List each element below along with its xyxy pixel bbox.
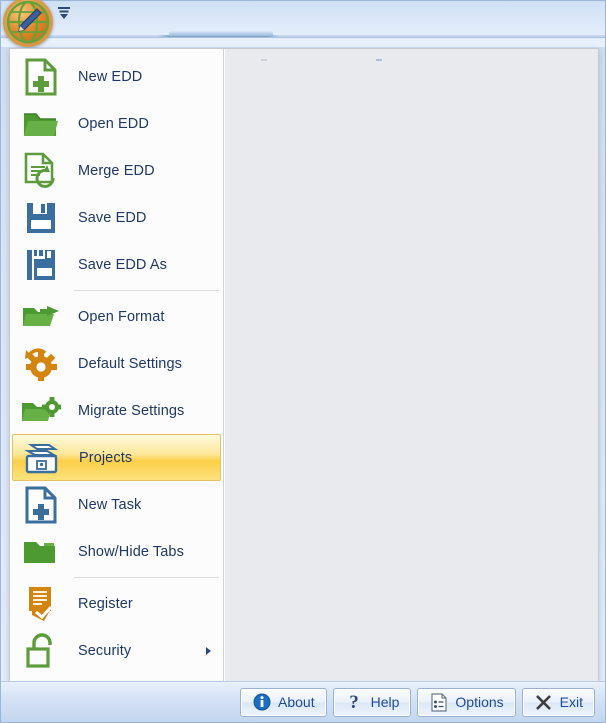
- merge-document-icon: [18, 151, 64, 191]
- menu-item-save-edd[interactable]: Save EDD: [12, 194, 221, 241]
- title-bar: [1, 0, 605, 47]
- menu-item-label: Merge EDD: [78, 162, 155, 179]
- button-label: Options: [455, 694, 504, 710]
- file-drawer-icon: [19, 438, 65, 478]
- menu-item-migrate-settings[interactable]: Migrate Settings: [12, 387, 221, 434]
- ribbon-underline: [1, 37, 605, 38]
- menu-footer-bar: About ? Help Options Exit: [1, 681, 605, 722]
- gear-refresh-orange-icon: [18, 344, 64, 384]
- application-menu-popup: New EDD Open EDD Merge EDD Save EDD Save…: [9, 48, 599, 682]
- open-format-folder-icon: [18, 297, 64, 337]
- register-checklist-icon: [18, 584, 64, 624]
- menu-item-label: Default Settings: [78, 355, 182, 372]
- save-floppy-icon: [18, 198, 64, 238]
- question-mark-icon: ?: [345, 692, 364, 712]
- submenu-chevron-right-icon: [206, 646, 211, 655]
- options-list-icon: [429, 692, 448, 712]
- menu-item-default-settings[interactable]: Default Settings: [12, 340, 221, 387]
- close-x-icon: [534, 693, 553, 712]
- preview-artifact: [376, 59, 382, 61]
- menu-item-new-edd[interactable]: New EDD: [12, 53, 221, 100]
- info-circle-icon: [252, 693, 271, 712]
- folder-green-icon: [18, 532, 64, 572]
- menu-item-label: Register: [78, 595, 133, 612]
- menu-separator: [74, 290, 219, 291]
- menu-item-label: New Task: [78, 496, 142, 513]
- menu-item-open-edd[interactable]: Open EDD: [12, 100, 221, 147]
- menu-items-pane: New EDD Open EDD Merge EDD Save EDD Save…: [10, 49, 224, 681]
- save-as-floppy-icon: [18, 245, 64, 285]
- menu-item-open-format[interactable]: Open Format: [12, 293, 221, 340]
- menu-item-label: Open Format: [78, 308, 165, 325]
- exit-button[interactable]: Exit: [521, 687, 595, 717]
- menu-preview-pane: [224, 49, 598, 681]
- new-document-green-icon: [18, 57, 64, 97]
- about-button[interactable]: About: [240, 687, 327, 717]
- new-task-document-icon: [18, 485, 64, 525]
- menu-item-label: Save EDD As: [78, 256, 167, 273]
- menu-item-label: Projects: [79, 449, 133, 466]
- button-label: Help: [370, 694, 400, 710]
- button-label: About: [278, 694, 315, 710]
- globe-pen-icon: [6, 0, 50, 44]
- menu-item-label: Show/Hide Tabs: [78, 543, 184, 560]
- menu-item-label: Save EDD: [78, 209, 147, 226]
- menu-item-label: Security: [78, 642, 132, 659]
- menu-item-save-edd-as[interactable]: Save EDD As: [12, 241, 221, 288]
- svg-text:?: ?: [349, 692, 359, 712]
- help-button[interactable]: ? Help: [332, 687, 412, 717]
- menu-item-new-task[interactable]: New Task: [12, 481, 221, 528]
- menu-separator: [74, 577, 219, 578]
- preview-artifact: [261, 59, 267, 61]
- quick-access-dropdown-icon[interactable]: [56, 6, 72, 20]
- menu-item-show-hide-tabs[interactable]: Show/Hide Tabs: [12, 528, 221, 575]
- open-folder-green-icon: [18, 104, 64, 144]
- menu-item-security[interactable]: Security: [12, 627, 221, 674]
- unlocked-padlock-icon: [18, 631, 64, 671]
- application-orb[interactable]: [3, 0, 53, 47]
- menu-item-label: New EDD: [78, 68, 143, 85]
- folder-gear-icon: [18, 391, 64, 431]
- ribbon-active-tab[interactable]: [169, 31, 273, 36]
- options-button[interactable]: Options: [417, 687, 516, 717]
- menu-item-merge-edd[interactable]: Merge EDD: [12, 147, 221, 194]
- menu-item-projects[interactable]: Projects: [12, 434, 221, 481]
- menu-item-label: Migrate Settings: [78, 402, 185, 419]
- application-window: New EDD Open EDD Merge EDD Save EDD Save…: [0, 0, 606, 723]
- menu-item-label: Open EDD: [78, 115, 149, 132]
- menu-item-register[interactable]: Register: [12, 580, 221, 627]
- button-label: Exit: [559, 694, 583, 710]
